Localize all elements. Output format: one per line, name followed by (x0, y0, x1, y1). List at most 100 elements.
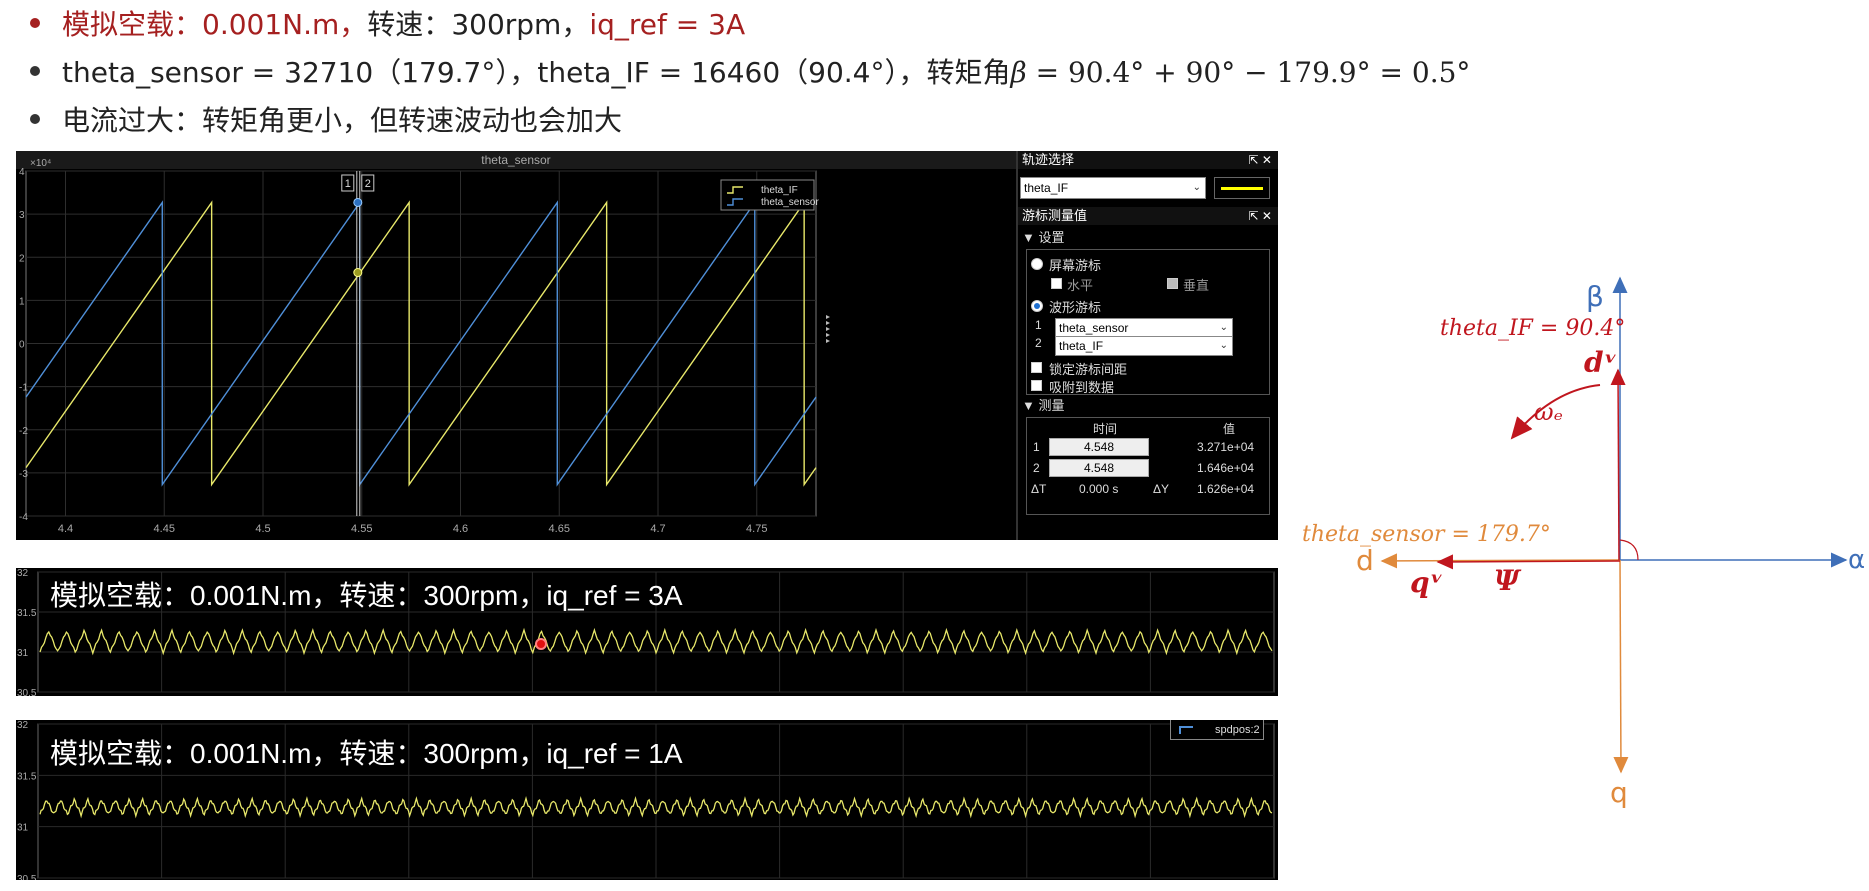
collapse-arrow-icon (826, 327, 830, 331)
speed-plot-3a[interactable]: 32 31.5 31 30.5 模拟空载：0.001N.m，转速：300rpm，iq_… (16, 568, 1278, 696)
omega-label: ωₑ (1534, 398, 1563, 426)
wave-cursor-radio[interactable] (1031, 300, 1043, 312)
cursor-panel: 轨迹选择 ⇱ ✕ theta_IF ⌄ 游标测量值 ⇱ ✕ ▼ 设置 屏幕游标 水… (1016, 151, 1278, 540)
dv-label: dᵛ (1584, 346, 1618, 379)
y-tick-label: 31 (17, 823, 29, 834)
collapse-arrow-icon (826, 333, 830, 337)
horizontal-checkbox[interactable] (1051, 278, 1062, 289)
trace-select-value: theta_IF (1024, 181, 1069, 195)
settings-section: ▼ 设置 屏幕游标 水平 垂直 波形游标 1 theta_sensor ⌄ 2 t… (1018, 225, 1278, 395)
theta-if-label: theta_IF = 90.4° (1440, 316, 1626, 341)
y-tick-label: -4 (19, 512, 28, 523)
cursor-tag-1: 1 (345, 178, 351, 190)
col-time-header: 时间 (1093, 422, 1118, 436)
y-tick-label: 30.5 (17, 874, 37, 880)
cursor-tag-2: 2 (365, 178, 371, 190)
beta-label: β (1586, 280, 1604, 313)
measure-label[interactable]: ▼ 测量 (1022, 395, 1064, 414)
cursor1-index: 1 (1035, 318, 1042, 332)
bullet-line-2: theta_sensor = 32710（179.7°），theta_IF = … (30, 53, 1470, 93)
bullet1-part-d: 300rpm， (451, 8, 590, 41)
screen-cursor-radio[interactable] (1031, 258, 1043, 270)
vertical-checkbox[interactable] (1167, 278, 1178, 289)
qv-label: qᵛ (1410, 566, 1444, 599)
q-label: q (1610, 776, 1628, 809)
speed-legend: spdpos:2 (1170, 720, 1264, 740)
x-tick-label: 4.65 (549, 523, 570, 535)
chevron-down-icon: ⌄ (1219, 322, 1228, 333)
row1-value: 3.271e+04 (1197, 440, 1255, 454)
y-tick-label: 0 (19, 340, 25, 351)
trace-select-header: 轨迹选择 ⇱ ✕ (1018, 151, 1278, 169)
trace-color-swatch[interactable] (1214, 177, 1270, 199)
lock-spacing-checkbox[interactable] (1031, 362, 1042, 373)
bullet2-math-expr: = 90.4° + 90° − 179.9° = 0.5° (1026, 56, 1471, 89)
trace-color-line (1221, 187, 1263, 190)
collapse-arrow-icon (826, 315, 830, 319)
cursor-point-2 (353, 268, 363, 278)
scope-window[interactable]: theta_sensor 4.4 4.45 4.5 4.55 4.6 4.65 4.7 4.7… (16, 151, 1016, 540)
cursor1-signal-select[interactable]: theta_sensor ⌄ (1055, 318, 1233, 338)
y-tick-label: 1 (19, 296, 25, 307)
d-label: d (1356, 544, 1374, 577)
wave-cursor-label: 波形游标 (1049, 300, 1102, 315)
y-tick-label: 2 (19, 253, 25, 264)
cursor1-signal-value: theta_sensor (1059, 321, 1129, 335)
panel-controls-icon[interactable]: ⇱ ✕ (1249, 151, 1272, 169)
row1-index: 1 (1033, 440, 1040, 454)
legend-label: theta_IF (761, 185, 798, 196)
alpha-label: α (1848, 545, 1866, 575)
delta-y-label: ΔY (1153, 482, 1170, 496)
y-tick-label: -3 (19, 469, 28, 480)
trace-select-dropdown[interactable]: theta_IF ⌄ (1020, 177, 1206, 199)
horizontal-label: 水平 (1067, 278, 1094, 293)
measure-section: ▼ 测量 时间 值 1 4.548 3.271e+04 2 4.548 1.64… (1018, 395, 1278, 515)
chevron-down-icon: ⌄ (1219, 340, 1228, 351)
x-tick-label: 4.5 (255, 523, 270, 535)
row2-index: 2 (1033, 461, 1040, 475)
row1-time: 4.548 (1049, 438, 1149, 456)
trace-select-title: 轨迹选择 (1022, 152, 1075, 167)
row2-value: 1.646e+04 (1197, 461, 1255, 475)
bullet-dot (30, 66, 40, 76)
x-tick-label: 4.6 (453, 523, 468, 535)
col-value-header: 值 (1223, 422, 1236, 436)
bullet-line-1: 模拟空载：0.001N.m，转速：300rpm，iq_ref = 3A (30, 5, 745, 45)
bullet2-text: theta_sensor = 32710（179.7°），theta_IF = … (62, 56, 1011, 89)
speed-caption-1a: 模拟空载：0.001N.m，转速：300rpm，iq_ref = 1A (50, 738, 683, 769)
legend-line-icon (1179, 726, 1193, 734)
snap-data-label: 吸附到数据 (1049, 380, 1115, 395)
x-tick-label: 4.55 (351, 523, 372, 535)
data-marker-point (535, 638, 547, 650)
bullet3-text: 电流过大：转矩角更小，但转速波动也会加大 (62, 104, 623, 137)
speed-caption-3a: 模拟空载：0.001N.m，转速：300rpm，iq_ref = 3A (50, 580, 683, 611)
y-tick-label: 32 (17, 720, 29, 731)
qv-vector (1436, 554, 1621, 570)
panel-controls-icon[interactable]: ⇱ ✕ (1249, 207, 1272, 225)
collapse-arrow-icon (826, 339, 830, 343)
cursor2-signal-select[interactable]: theta_IF ⌄ (1055, 336, 1233, 356)
bullet2-math-var: β (1010, 56, 1027, 89)
cursor-measure-header: 游标测量值 ⇱ ✕ (1018, 207, 1278, 225)
cursor2-signal-value: theta_IF (1059, 339, 1104, 353)
psi-label: Ψ (1494, 564, 1520, 597)
bullet1-part-c: 转速： (367, 8, 452, 41)
y-tick-label: 31.5 (17, 771, 37, 782)
speed-plot-1a[interactable]: 32 31.5 31 30.5 模拟空载：0.001N.m，转速：300rpm，iq_… (16, 720, 1278, 880)
cursor2-index: 2 (1035, 336, 1042, 350)
x-tick-label: 4.4 (58, 523, 73, 535)
bullet1-part-e: iq_ref = 3A (589, 8, 746, 41)
delta-t-value: 0.000 s (1079, 482, 1119, 496)
bullet1-part-a: 模拟空载： (62, 8, 203, 41)
speed-legend-label: spdpos:2 (1215, 724, 1260, 736)
screen-cursor-label: 屏幕游标 (1049, 258, 1102, 273)
bullet-line-3: 电流过大：转矩角更小，但转速波动也会加大 (30, 101, 622, 141)
scope-chart[interactable]: 4.4 4.45 4.5 4.55 4.6 4.65 4.7 4.75 4 3 2 1 0 -1 -2 -3 -… (16, 151, 1016, 540)
settings-label[interactable]: ▼ 设置 (1022, 227, 1064, 246)
vertical-label: 垂直 (1183, 278, 1210, 293)
y-exponent-label: ×10⁴ (30, 158, 51, 169)
bullet1-part-b: 0.001N.m， (202, 8, 368, 41)
bullet-dot (30, 114, 40, 124)
snap-data-checkbox[interactable] (1031, 380, 1042, 391)
settings-box: 屏幕游标 水平 垂直 波形游标 1 theta_sensor ⌄ 2 theta_… (1026, 249, 1270, 395)
